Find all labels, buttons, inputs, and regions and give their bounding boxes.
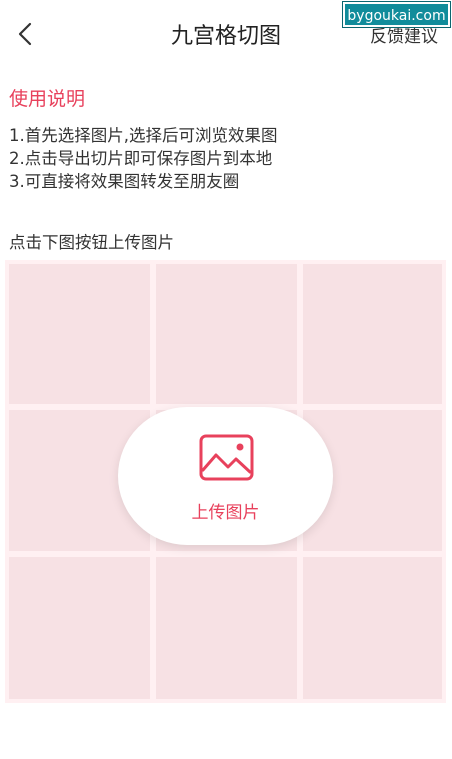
usage-line-2: 2.点击导出切片即可保存图片到本地 xyxy=(9,149,273,168)
grid-cell-1 xyxy=(9,264,150,404)
grid-cell-3 xyxy=(303,264,442,404)
usage-heading: 使用说明 xyxy=(9,88,86,110)
grid-cell-2 xyxy=(156,264,297,404)
upload-hint: 点击下图按钮上传图片 xyxy=(9,233,174,252)
watermark-badge: bygoukai.com xyxy=(343,2,450,27)
grid-cell-9 xyxy=(303,557,442,699)
usage-line-3: 3.可直接将效果图转发至朋友圈 xyxy=(9,172,240,191)
image-icon xyxy=(199,434,254,481)
grid-cell-8 xyxy=(156,557,297,699)
grid-cell-7 xyxy=(9,557,150,699)
upload-image-button[interactable]: 上传图片 xyxy=(118,407,333,545)
upload-button-label: 上传图片 xyxy=(191,503,260,523)
usage-instructions: 1.首先选择图片,选择后可浏览效果图 2.点击导出切片即可保存图片到本地 3.可… xyxy=(9,124,278,193)
usage-line-1: 1.首先选择图片,选择后可浏览效果图 xyxy=(9,126,278,145)
